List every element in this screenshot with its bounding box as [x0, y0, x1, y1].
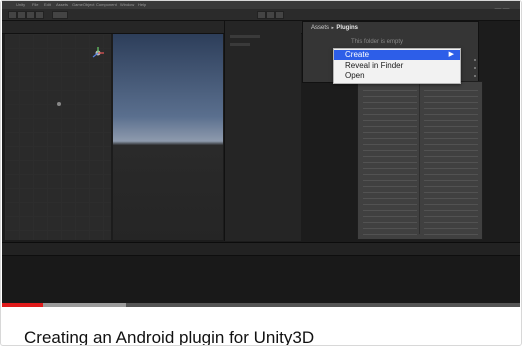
context-menu-reveal-in-finder[interactable]: Reveal in Finder: [334, 61, 460, 71]
project-breadcrumb: Assets ► Plugins: [311, 25, 358, 31]
submenu-left-column: [363, 88, 417, 236]
console-panel: [2, 242, 520, 305]
menu-edit: Edit: [44, 2, 51, 7]
rotate-tool-button[interactable]: [26, 11, 35, 19]
menu-component: Component: [96, 2, 117, 7]
submenu-right-column: [424, 88, 478, 236]
step-button[interactable]: [275, 11, 284, 19]
move-tool-button[interactable]: [17, 11, 26, 19]
console-toolbar: [2, 243, 520, 256]
inspector-panel: [224, 21, 301, 241]
menu-file: File: [32, 2, 39, 7]
progress-played: [2, 303, 44, 307]
context-menu-open[interactable]: Open: [334, 71, 460, 81]
light-icon: [57, 102, 61, 106]
create-label: Create: [345, 50, 370, 59]
hand-tool-button[interactable]: [8, 11, 17, 19]
scene-grid: [5, 34, 111, 240]
submenu-divider: [419, 84, 420, 234]
menu-assets: Assets: [56, 2, 69, 7]
video-player[interactable]: Unity File Edit Assets GameObject Compon…: [2, 1, 520, 305]
breadcrumb-plugins[interactable]: Plugins: [336, 25, 358, 31]
scene-view[interactable]: [5, 34, 111, 240]
video-progress-bar[interactable]: [2, 303, 520, 307]
video-card[interactable]: Unity File Edit Assets GameObject Compon…: [0, 0, 522, 346]
context-menu-create[interactable]: Create ▶: [334, 50, 460, 60]
scene-gizmo-icon[interactable]: [91, 46, 105, 60]
video-title[interactable]: Creating an Android plugin for Unity3D: [24, 328, 314, 345]
empty-folder-message: This folder is empty: [351, 39, 404, 45]
game-view: [113, 34, 223, 240]
breadcrumb-separator-icon: ►: [330, 25, 335, 30]
unity-toolbar: [2, 9, 520, 21]
pivot-button[interactable]: [52, 11, 68, 19]
menu-unity: Unity: [16, 2, 26, 7]
submenu-arrow-icon: ▶: [448, 51, 454, 58]
pause-button[interactable]: [266, 11, 275, 19]
inspector-row: [230, 43, 250, 46]
menu-gameobject: GameObject: [72, 2, 95, 7]
scale-tool-button[interactable]: [35, 11, 44, 19]
play-button[interactable]: [257, 11, 266, 19]
inspector-row: [230, 35, 260, 38]
menu-help: Help: [138, 2, 147, 7]
context-menu: Create ▶ Reveal in Finder Open: [333, 48, 461, 84]
create-submenu: [357, 81, 483, 240]
unity-menubar: Unity File Edit Assets GameObject Compon…: [2, 1, 520, 9]
breadcrumb-assets[interactable]: Assets: [311, 25, 329, 31]
menu-window: Window: [120, 2, 135, 7]
